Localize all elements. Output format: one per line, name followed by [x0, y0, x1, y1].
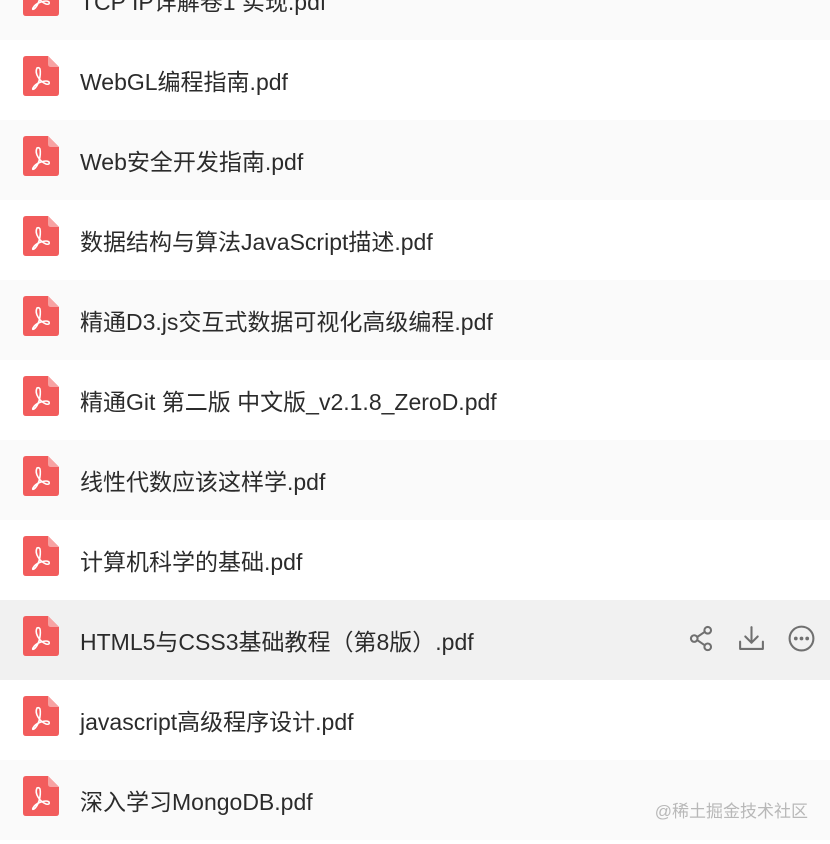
pdf-icon: [23, 616, 59, 656]
download-icon: [737, 626, 766, 657]
file-name[interactable]: 精通Git 第二版 中文版_v2.1.8_ZeroD.pdf: [80, 383, 497, 417]
file-row[interactable]: 精通Git 第二版 中文版_v2.1.8_ZeroD.pdf: [0, 360, 830, 440]
file-name[interactable]: 计算机科学的基础.pdf: [80, 543, 302, 577]
pdf-icon: [23, 456, 59, 496]
pdf-icon: [23, 696, 59, 736]
file-name[interactable]: 数据结构与算法JavaScript描述.pdf: [80, 223, 433, 257]
pdf-icon: [23, 296, 59, 336]
pdf-icon: [23, 216, 59, 256]
row-actions: [687, 624, 816, 653]
file-name[interactable]: javascript高级程序设计.pdf: [80, 703, 354, 737]
file-name[interactable]: TCP IP详解卷1 实现.pdf: [80, 0, 326, 17]
more-icon: [787, 625, 816, 657]
file-row[interactable]: TCP IP详解卷1 实现.pdf: [0, 0, 830, 40]
download-button[interactable]: [737, 624, 766, 653]
file-name[interactable]: WebGL编程指南.pdf: [80, 63, 288, 97]
share-button[interactable]: [687, 624, 716, 653]
pdf-icon: [23, 376, 59, 416]
watermark: @稀土掘金技术社区: [654, 802, 808, 821]
file-row[interactable]: 精通D3.js交互式数据可视化高级编程.pdf: [0, 280, 830, 360]
file-row[interactable]: WebGL编程指南.pdf: [0, 40, 830, 120]
pdf-icon: [23, 56, 59, 96]
file-name[interactable]: 线性代数应该这样学.pdf: [80, 463, 325, 497]
pdf-icon: [23, 0, 59, 16]
file-row[interactable]: 线性代数应该这样学.pdf: [0, 440, 830, 520]
share-icon: [687, 625, 716, 657]
file-list: TCP IP详解卷1 实现.pdf WebGL编程指南.pdf Web安全开发指南.…: [0, 0, 830, 840]
file-name[interactable]: HTML5与CSS3基础教程（第8版）.pdf: [80, 623, 474, 657]
file-name[interactable]: 深入学习MongoDB.pdf: [80, 783, 313, 817]
file-row[interactable]: 计算机科学的基础.pdf: [0, 520, 830, 600]
file-row[interactable]: javascript高级程序设计.pdf: [0, 680, 830, 760]
pdf-icon: [23, 136, 59, 176]
file-name[interactable]: 精通D3.js交互式数据可视化高级编程.pdf: [80, 303, 493, 337]
pdf-icon: [23, 536, 59, 576]
file-row[interactable]: 数据结构与算法JavaScript描述.pdf: [0, 200, 830, 280]
file-name[interactable]: Web安全开发指南.pdf: [80, 143, 303, 177]
more-button[interactable]: [787, 624, 816, 653]
file-row[interactable]: HTML5与CSS3基础教程（第8版）.pdf: [0, 600, 830, 680]
file-row[interactable]: Web安全开发指南.pdf: [0, 120, 830, 200]
pdf-icon: [23, 776, 59, 816]
